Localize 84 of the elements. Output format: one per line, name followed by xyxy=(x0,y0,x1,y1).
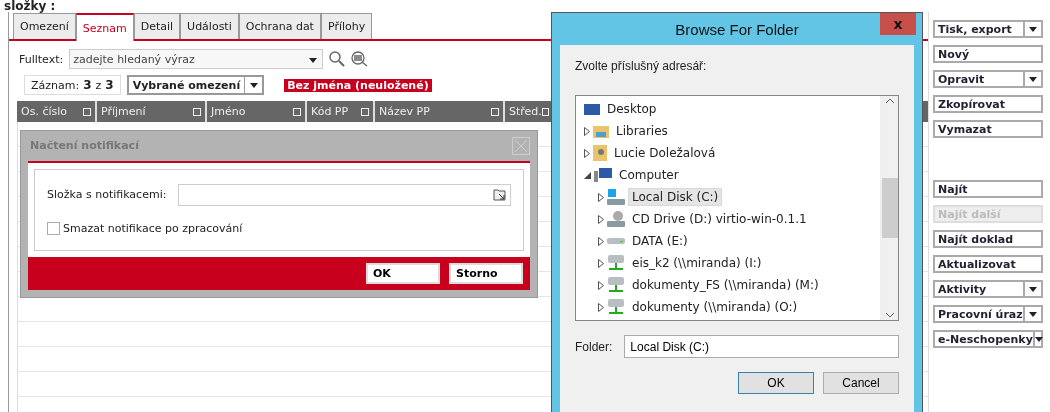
tree-item[interactable]: dokumenty_FS (\\miranda) (M:) xyxy=(628,276,823,294)
collapsed-triangle-icon[interactable] xyxy=(584,126,590,136)
collapsed-triangle-icon[interactable] xyxy=(598,192,604,202)
collapsed-triangle-icon[interactable] xyxy=(598,236,604,246)
dialog-title: Načtení notifikací xyxy=(29,139,139,153)
tab[interactable]: Ochrana dat xyxy=(238,13,321,39)
action-button[interactable]: Najít xyxy=(933,180,1043,198)
expanded-triangle-icon[interactable] xyxy=(584,171,591,179)
scrollbar[interactable] xyxy=(880,96,898,320)
checkbox-label: Smazat notifikace po zpracování xyxy=(63,221,243,235)
record-label: Záznam: xyxy=(31,78,80,92)
search-input[interactable]: zadejte hledaný výraz xyxy=(70,52,305,66)
collapsed-triangle-icon[interactable] xyxy=(598,214,604,224)
close-button[interactable]: x xyxy=(880,13,916,35)
caret-icon xyxy=(1029,311,1037,317)
network-drive-icon xyxy=(607,255,625,271)
network-drive-icon xyxy=(607,277,625,293)
dialog-button[interactable]: Storno xyxy=(449,262,523,284)
page-heading: složky : xyxy=(3,0,57,12)
filter-name-tag: Bez jména (neuložené) xyxy=(284,78,432,92)
tab[interactable]: Detail xyxy=(133,13,181,39)
folder-icon xyxy=(593,124,609,138)
tree-item[interactable]: DATA (E:) xyxy=(628,232,692,250)
window-title: Browse For Folder xyxy=(675,20,799,38)
caret-icon xyxy=(1029,286,1037,292)
tree-item[interactable]: CD Drive (D:) virtio-win-0.1.1 xyxy=(628,210,811,228)
action-button[interactable]: Nový xyxy=(933,45,1043,63)
dialog-button[interactable]: OK xyxy=(366,262,440,284)
fulltext-label: Fulltext: xyxy=(19,52,64,66)
tree-item[interactable]: Lucie Doležalová xyxy=(610,144,720,162)
filter-select[interactable]: Vybrané omezení xyxy=(126,75,265,95)
action-button[interactable]: Pracovní úraz xyxy=(933,305,1043,323)
tab[interactable]: Události xyxy=(180,13,239,39)
tree-item[interactable]: eis_k2 (\\miranda) (I:) xyxy=(628,254,766,272)
collapsed-triangle-icon[interactable] xyxy=(598,258,604,268)
action-button[interactable]: Aktivity xyxy=(933,280,1043,298)
prompt-text: Zvolte příslušný adresář: xyxy=(575,59,708,73)
folder-field-label: Složka s notifikacemi: xyxy=(47,188,167,202)
search-list-icon[interactable] xyxy=(351,51,370,67)
action-button[interactable]: Opravit xyxy=(933,70,1043,88)
action-button[interactable]: Zkopírovat xyxy=(933,95,1043,113)
folder-label: Folder: xyxy=(575,339,613,354)
scroll-down-icon[interactable] xyxy=(885,313,894,318)
caret-icon xyxy=(1034,336,1043,342)
computer-icon xyxy=(594,168,612,182)
tree-item[interactable]: Libraries xyxy=(612,122,672,140)
drive-icon xyxy=(607,237,625,245)
caret-icon xyxy=(309,57,318,63)
action-button[interactable]: Najít doklad xyxy=(933,230,1043,248)
fulltext-combobox[interactable]: zadejte hledaný výraz xyxy=(69,49,324,69)
caret-icon xyxy=(1029,76,1037,82)
record-total: 3 xyxy=(105,78,114,92)
action-button[interactable]: e-Neschopenky xyxy=(933,330,1043,348)
cd-drive-icon xyxy=(607,211,625,227)
action-button[interactable]: Vymazat xyxy=(933,120,1043,138)
tab[interactable]: Přílohy xyxy=(320,13,373,39)
tree-item[interactable]: dokumenty (\\miranda) (O:) xyxy=(628,298,802,316)
monitor-icon xyxy=(584,102,600,116)
record-separator: z xyxy=(95,78,102,92)
scrollbar-thumb[interactable] xyxy=(881,178,898,238)
dialog-button[interactable]: OK xyxy=(738,372,814,394)
tree-item[interactable]: Desktop xyxy=(603,100,661,118)
record-current: 3 xyxy=(83,78,92,92)
folder-input[interactable]: Local Disk (C:) xyxy=(624,335,899,358)
browse-folder-icon[interactable] xyxy=(493,188,506,202)
collapsed-triangle-icon[interactable] xyxy=(598,280,604,290)
network-drive-icon xyxy=(607,299,625,315)
caret-icon xyxy=(1029,26,1037,32)
windows-disk-icon xyxy=(607,189,625,205)
tree-item[interactable]: Computer xyxy=(615,166,683,184)
folder-path-field[interactable] xyxy=(178,183,511,206)
tab[interactable]: Seznam xyxy=(75,13,134,41)
tree-item[interactable]: Local Disk (C:) xyxy=(628,188,723,206)
dialog-button[interactable]: Cancel xyxy=(823,372,899,394)
user-folder-icon xyxy=(593,145,607,161)
search-icon[interactable] xyxy=(329,51,346,67)
scroll-up-icon[interactable] xyxy=(885,98,894,103)
action-button[interactable]: Tisk, export xyxy=(933,20,1043,38)
action-button[interactable]: Aktualizovat xyxy=(933,255,1043,273)
tab[interactable]: Omezení xyxy=(13,13,76,39)
checkbox[interactable] xyxy=(47,221,60,235)
collapsed-triangle-icon[interactable] xyxy=(584,148,590,158)
caret-icon xyxy=(249,82,258,88)
collapsed-triangle-icon[interactable] xyxy=(598,302,604,312)
